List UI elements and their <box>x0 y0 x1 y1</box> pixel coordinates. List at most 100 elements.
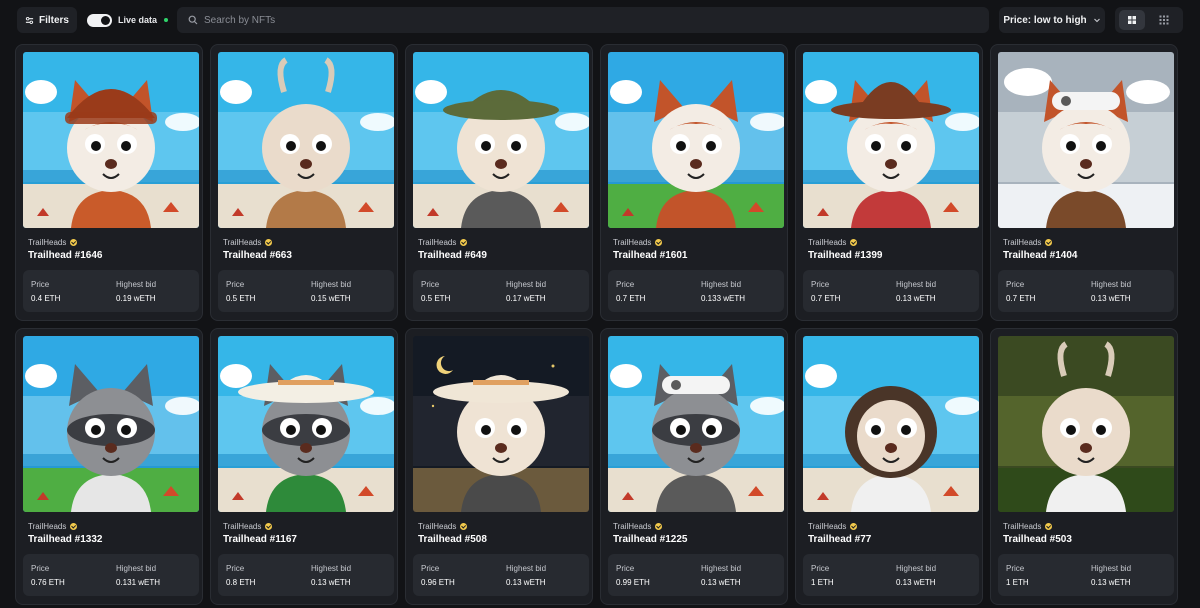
collection-row: TrailHeads <box>613 522 663 531</box>
price-box: Price Highest bid 0.7 ETH 0.13 wETH <box>803 270 979 312</box>
price-label: Price <box>226 280 245 289</box>
collection-row: TrailHeads <box>808 238 858 247</box>
price-box: Price Highest bid 1 ETH 0.13 wETH <box>803 554 979 596</box>
nft-card[interactable]: TrailHeads Trailhead #77 Price Highest b… <box>795 328 983 605</box>
highest-bid-label: Highest bid <box>896 280 937 289</box>
chevron-down-icon <box>1093 18 1100 23</box>
highest-bid-value: 0.13 wETH <box>1091 578 1131 587</box>
filters-button[interactable]: Filters <box>17 7 77 33</box>
price-box: Price Highest bid 0.96 ETH 0.13 wETH <box>413 554 589 596</box>
nft-card[interactable]: TrailHeads Trailhead #1225 Price Highest… <box>600 328 788 605</box>
nft-card[interactable]: TrailHeads Trailhead #1404 Price Highest… <box>990 44 1178 321</box>
nft-image[interactable] <box>998 336 1174 512</box>
nft-name: Trailhead #508 <box>418 534 487 545</box>
price-label: Price <box>226 564 245 573</box>
price-box: Price Highest bid 0.4 ETH 0.19 wETH <box>23 270 199 312</box>
collection-row: TrailHeads <box>28 238 78 247</box>
collection-name: TrailHeads <box>223 238 262 247</box>
collection-name: TrailHeads <box>1003 522 1042 531</box>
nft-card[interactable]: TrailHeads Trailhead #1601 Price Highest… <box>600 44 788 321</box>
highest-bid-label: Highest bid <box>506 564 547 573</box>
live-data-control: Live data <box>87 13 169 27</box>
nft-card[interactable]: TrailHeads Trailhead #508 Price Highest … <box>405 328 593 605</box>
nft-name: Trailhead #649 <box>418 250 487 261</box>
nft-image[interactable] <box>413 52 589 228</box>
highest-bid-value: 0.19 wETH <box>116 294 156 303</box>
nft-card[interactable]: TrailHeads Trailhead #1646 Price Highest… <box>15 44 203 321</box>
search-bar <box>177 7 989 33</box>
nft-name: Trailhead #1404 <box>1003 250 1078 261</box>
nft-image[interactable] <box>413 336 589 512</box>
collection-row: TrailHeads <box>1003 522 1053 531</box>
collection-name: TrailHeads <box>418 238 457 247</box>
collection-row: TrailHeads <box>28 522 78 531</box>
verified-badge-icon <box>70 239 78 246</box>
nft-image[interactable] <box>218 52 394 228</box>
highest-bid-label: Highest bid <box>896 564 937 573</box>
highest-bid-label: Highest bid <box>116 280 157 289</box>
nft-artwork <box>218 52 394 228</box>
nft-name: Trailhead #1225 <box>613 534 688 545</box>
highest-bid-label: Highest bid <box>701 564 742 573</box>
price-label: Price <box>421 280 440 289</box>
nft-image[interactable] <box>23 52 199 228</box>
collection-name: TrailHeads <box>808 238 847 247</box>
price-value: 0.7 ETH <box>1006 294 1036 303</box>
price-value: 0.7 ETH <box>616 294 646 303</box>
large-grid-view-button[interactable] <box>1119 10 1145 30</box>
highest-bid-label: Highest bid <box>311 564 352 573</box>
price-box: Price Highest bid 0.7 ETH 0.13 wETH <box>998 270 1174 312</box>
nft-card[interactable]: TrailHeads Trailhead #503 Price Highest … <box>990 328 1178 605</box>
price-label: Price <box>421 564 440 573</box>
nft-artwork <box>23 336 199 512</box>
nft-image[interactable] <box>218 336 394 512</box>
nft-artwork <box>608 336 784 512</box>
nft-artwork <box>803 336 979 512</box>
nft-card[interactable]: TrailHeads Trailhead #649 Price Highest … <box>405 44 593 321</box>
nft-name: Trailhead #1646 <box>28 250 103 261</box>
nft-card[interactable]: TrailHeads Trailhead #1332 Price Highest… <box>15 328 203 605</box>
nft-grid: TrailHeads Trailhead #1646 Price Highest… <box>15 44 1185 605</box>
price-value: 0.99 ETH <box>616 578 650 587</box>
collection-name: TrailHeads <box>223 522 262 531</box>
verified-badge-icon <box>850 239 858 246</box>
highest-bid-label: Highest bid <box>311 280 352 289</box>
nft-image[interactable] <box>803 52 979 228</box>
view-mode-toggle <box>1115 7 1183 33</box>
highest-bid-value: 0.13 wETH <box>896 578 936 587</box>
nft-card[interactable]: TrailHeads Trailhead #1167 Price Highest… <box>210 328 398 605</box>
price-box: Price Highest bid 0.5 ETH 0.17 wETH <box>413 270 589 312</box>
search-input[interactable] <box>204 14 964 26</box>
highest-bid-value: 0.13 wETH <box>701 578 741 587</box>
verified-badge-icon <box>265 239 273 246</box>
highest-bid-value: 0.13 wETH <box>896 294 936 303</box>
nft-image[interactable] <box>803 336 979 512</box>
filters-label: Filters <box>38 14 69 26</box>
nft-image[interactable] <box>23 336 199 512</box>
live-status-dot <box>164 18 169 22</box>
price-label: Price <box>616 280 635 289</box>
highest-bid-label: Highest bid <box>116 564 157 573</box>
live-data-toggle[interactable] <box>87 13 112 27</box>
sliders-icon <box>25 16 34 24</box>
verified-badge-icon <box>1045 523 1053 530</box>
price-value: 0.5 ETH <box>421 294 451 303</box>
verified-badge-icon <box>460 523 468 530</box>
highest-bid-value: 0.131 wETH <box>116 578 161 587</box>
sort-dropdown[interactable]: Price: low to high <box>999 7 1105 33</box>
nft-image[interactable] <box>608 52 784 228</box>
verified-badge-icon <box>850 523 858 530</box>
collection-name: TrailHeads <box>418 522 457 531</box>
nft-image[interactable] <box>608 336 784 512</box>
price-box: Price Highest bid 0.76 ETH 0.131 wETH <box>23 554 199 596</box>
collection-row: TrailHeads <box>223 238 273 247</box>
top-toolbar: Filters Live data Price: low to high <box>17 7 1183 33</box>
nft-image[interactable] <box>998 52 1174 228</box>
nft-card[interactable]: TrailHeads Trailhead #663 Price Highest … <box>210 44 398 321</box>
small-grid-view-button[interactable] <box>1151 10 1177 30</box>
verified-badge-icon <box>655 523 663 530</box>
price-label: Price <box>1006 564 1025 573</box>
nft-card[interactable]: TrailHeads Trailhead #1399 Price Highest… <box>795 44 983 321</box>
collection-row: TrailHeads <box>418 238 468 247</box>
highest-bid-value: 0.13 wETH <box>1091 294 1131 303</box>
